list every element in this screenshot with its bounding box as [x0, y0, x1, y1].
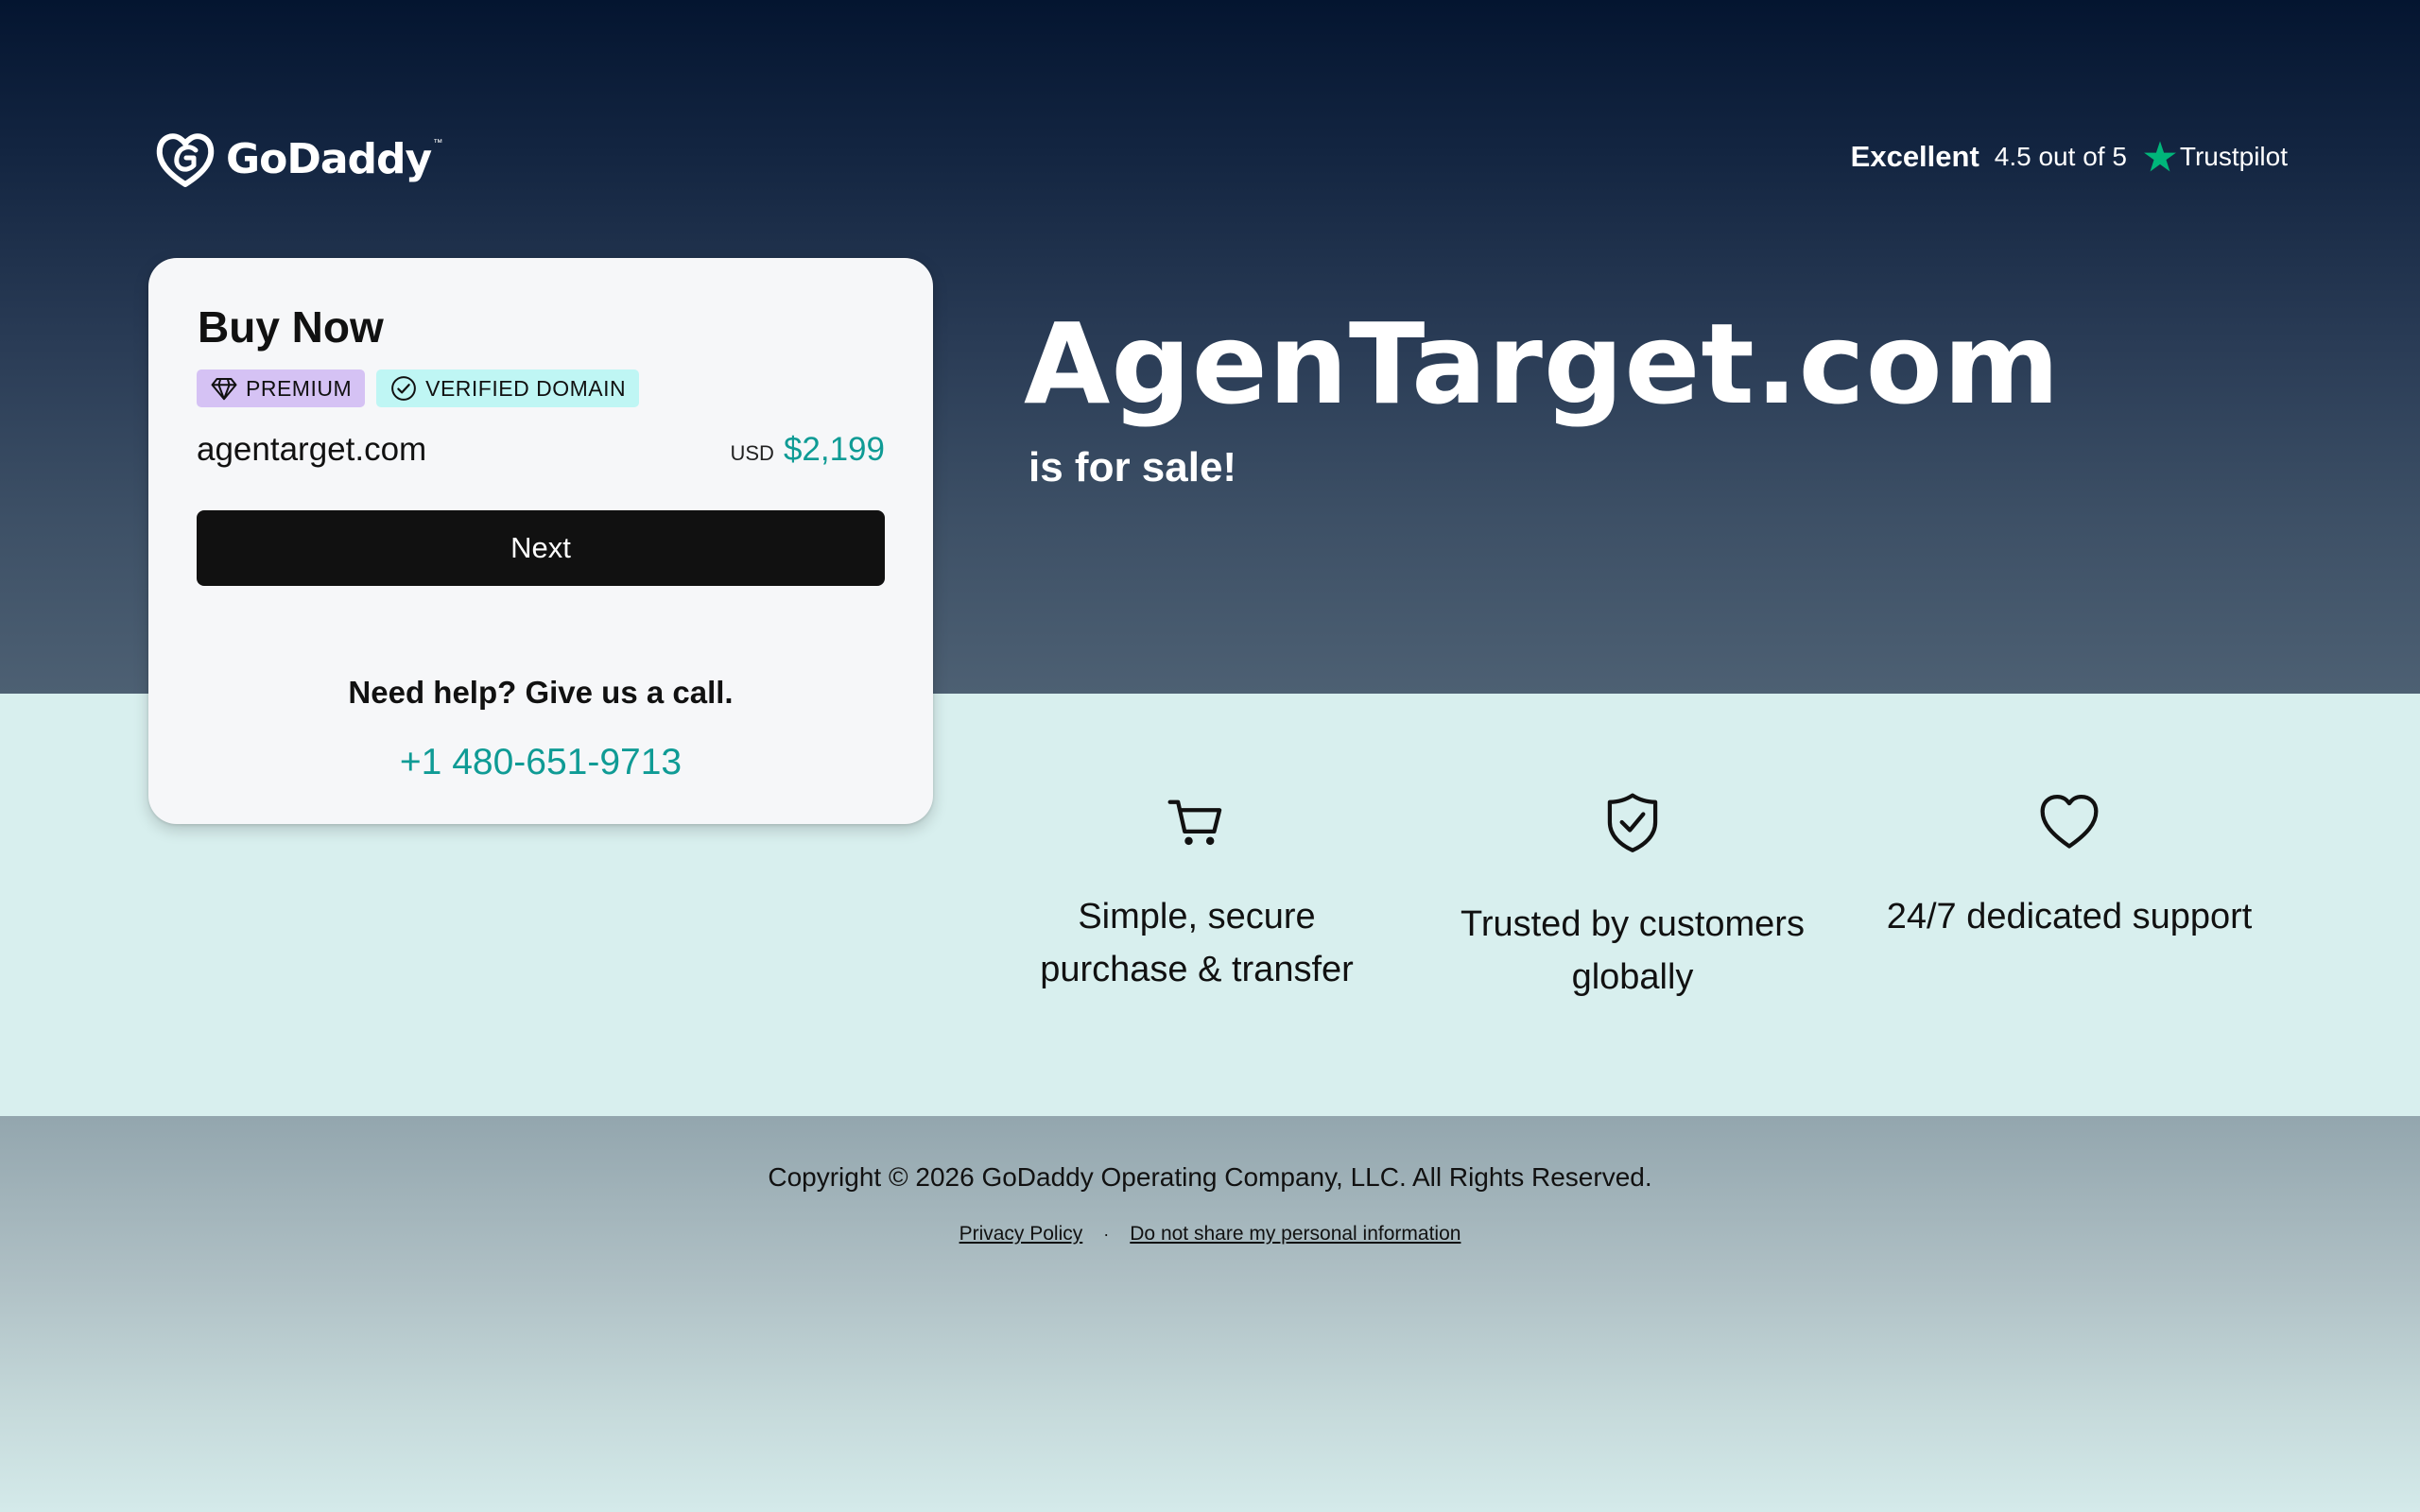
feature-line: Trusted by customers [1461, 904, 1805, 944]
price-currency: USD [730, 441, 774, 465]
feature-line: globally [1571, 957, 1694, 997]
logo-trademark: ™ [433, 138, 443, 148]
check-circle-icon [391, 376, 416, 401]
phone-link[interactable]: +1 480-651-9713 [148, 742, 933, 783]
trust-score: 4.5 out of 5 [1994, 142, 2127, 171]
do-not-share-link[interactable]: Do not share my personal information [1130, 1223, 1461, 1246]
godaddy-heart-icon [156, 133, 215, 187]
privacy-policy-link[interactable]: Privacy Policy [959, 1223, 1083, 1246]
price: USD $2,199 [730, 431, 885, 469]
for-sale-subtitle: is for sale! [1028, 444, 1237, 490]
feature-line: purchase & transfer [1040, 950, 1354, 989]
feature-support: 24/7 dedicated support [1880, 790, 2258, 943]
godaddy-logo[interactable]: GoDaddy ™ [154, 129, 442, 189]
domain-name: agentarget.com [197, 431, 427, 468]
page: GoDaddy ™ Excellent 4.5 out of 5 Trustpi… [0, 0, 2420, 1512]
badge-row: PREMIUM VERIFIED DOMAIN [197, 369, 640, 407]
help-text: Need help? Give us a call. [348, 675, 734, 710]
copyright-text: Copyright © 2026 GoDaddy Operating Compa… [768, 1162, 1652, 1192]
feature-line: 24/7 dedicated support [1886, 897, 2253, 936]
trust-rating-word: Excellent [1850, 140, 1979, 173]
verified-badge-label: VERIFIED DOMAIN [425, 375, 627, 401]
domain-price-row: agentarget.com USD $2,199 [197, 426, 885, 473]
card-title: Buy Now [198, 302, 384, 352]
price-amount: $2,199 [783, 431, 885, 468]
verified-badge: VERIFIED DOMAIN [376, 369, 640, 407]
feature-secure-purchase: Simple, secure purchase & transfer [1008, 790, 1386, 996]
footer-separator: · [1103, 1224, 1110, 1244]
trustpilot-brand: Trustpilot [2142, 139, 2288, 175]
logo-text: GoDaddy [226, 134, 432, 183]
feature-text: Trusted by customers globally [1443, 898, 1822, 1004]
premium-badge: PREMIUM [197, 369, 366, 407]
heart-icon [2040, 794, 2099, 849]
feature-line: Simple, secure [1078, 897, 1316, 936]
shield-check-icon [1607, 793, 1658, 852]
domain-headline: AgenTarget.com [1024, 299, 2061, 429]
cart-icon [1167, 799, 1222, 846]
next-button[interactable]: Next [197, 510, 885, 586]
footer-links: Privacy Policy · Do not share my persona… [0, 1223, 2420, 1246]
premium-badge-label: PREMIUM [246, 375, 353, 401]
buy-card: Buy Now PREMIUM VERIFIED DOMAIN agentarg… [148, 258, 933, 824]
trustpilot-rating[interactable]: Excellent 4.5 out of 5 Trustpilot [1851, 136, 2288, 178]
trustpilot-label: Trustpilot [2179, 142, 2288, 171]
star-icon [2143, 141, 2176, 172]
feature-trusted: Trusted by customers globally [1443, 790, 1822, 1004]
feature-text: 24/7 dedicated support [1880, 890, 2258, 943]
feature-text: Simple, secure purchase & transfer [1008, 890, 1386, 996]
diamond-icon [211, 378, 237, 401]
